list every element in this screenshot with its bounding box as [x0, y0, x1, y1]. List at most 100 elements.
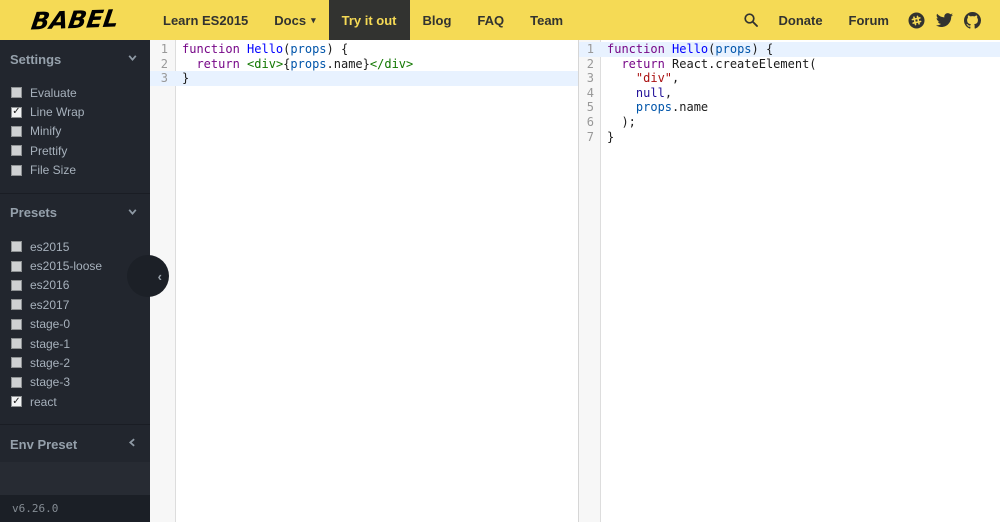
code-lines: 1 function Hello(props) {2 return React.c… [579, 40, 1000, 144]
code-line: 4 null, [579, 86, 1000, 101]
line-number: 7 [586, 129, 594, 144]
donate-link[interactable]: Donate [765, 13, 835, 28]
option-stage-3[interactable]: stage-3 [0, 373, 150, 392]
option-label: Line Wrap [30, 105, 85, 120]
nav-item-label: Team [530, 12, 564, 28]
code-text: function Hello(props) { [182, 42, 349, 56]
nav-item-label: Try it out [341, 12, 397, 28]
code-line[interactable]: 2 return <div>{props.name}</div> [150, 57, 578, 72]
code-text: return React.createElement( [621, 56, 817, 71]
option-minify[interactable]: Minify [0, 122, 150, 141]
nav-item-learn-es2015[interactable]: Learn ES2015 [150, 0, 261, 40]
checkbox[interactable] [11, 145, 22, 157]
section-header-presets[interactable]: Presets [0, 192, 150, 231]
code-text: null, [635, 85, 673, 100]
nav-item-label: Docs [274, 12, 307, 28]
checkbox[interactable]: ✓ [11, 396, 22, 408]
option-line-wrap[interactable]: ✓ Line Wrap [0, 102, 150, 121]
repl-editors: 1 function Hello(props) {2 return <div>{p… [150, 40, 1000, 522]
option-label: es2015-loose [30, 259, 103, 274]
line-number: 2 [586, 56, 594, 71]
option-label: es2017 [30, 297, 70, 312]
forum-link[interactable]: Forum [836, 13, 902, 28]
checkbox[interactable] [11, 318, 22, 330]
nav-item-faq[interactable]: FAQ [464, 0, 517, 40]
code-line: 6 ); [579, 115, 1000, 130]
option-label: Prettify [30, 143, 68, 158]
line-number: 3 [586, 71, 594, 86]
option-stage-1[interactable]: stage-1 [0, 334, 150, 353]
checkbox[interactable] [11, 87, 22, 99]
option-label: stage-1 [30, 336, 71, 351]
nav-item-label: Blog [422, 12, 452, 28]
github-icon[interactable] [958, 0, 986, 40]
section-header-settings[interactable]: Settings [0, 40, 150, 77]
option-evaluate[interactable]: Evaluate [0, 83, 150, 102]
twitter-icon[interactable] [930, 0, 958, 40]
checkbox[interactable] [11, 357, 22, 369]
babel-repl-app: BABEL Learn ES2015 Docs ▾ Try it out Blog FAQ… [0, 0, 1000, 522]
babel-logo[interactable]: BABEL [0, 3, 152, 36]
option-label: es2016 [30, 278, 70, 293]
checkbox[interactable] [11, 376, 22, 388]
option-prettify[interactable]: Prettify [0, 141, 150, 160]
checkbox[interactable] [11, 338, 22, 350]
option-file-size[interactable]: File Size [0, 161, 150, 180]
chevron-down-icon: ▾ [311, 14, 316, 25]
code-text: props.name [635, 100, 709, 115]
sidebar-collapse-handle[interactable]: ‹ [127, 255, 169, 297]
nav-item-team[interactable]: Team [517, 0, 576, 40]
option-stage-0[interactable]: stage-0 [0, 315, 150, 334]
env-preset-body [0, 462, 150, 495]
checkbox[interactable] [11, 299, 22, 311]
option-es2015[interactable]: es2015 [0, 237, 150, 256]
line-number: 2 [160, 56, 168, 71]
main-nav: Learn ES2015 Docs ▾ Try it out Blog FAQ Team [150, 0, 576, 40]
source-editor[interactable]: 1 function Hello(props) {2 return <div>{p… [150, 40, 578, 522]
line-number: 5 [586, 100, 594, 115]
code-text: } [182, 71, 190, 86]
section-title: Env Preset [10, 436, 78, 452]
code-line: 3 "div", [579, 71, 1000, 86]
section-header-env-preset[interactable]: Env Preset [0, 424, 150, 462]
code-text: function Hello(props) { [607, 42, 774, 56]
output-editor[interactable]: 1 function Hello(props) {2 return React.c… [578, 40, 1000, 522]
option-stage-2[interactable]: stage-2 [0, 353, 150, 372]
code-line: 5 props.name [579, 100, 1000, 115]
checkbox[interactable] [11, 260, 22, 272]
code-text: ); [607, 114, 636, 129]
nav-item-try-it-out[interactable]: Try it out [328, 0, 410, 40]
section-title: Presets [10, 205, 57, 221]
header: BABEL Learn ES2015 Docs ▾ Try it out Blog FAQ… [0, 0, 1000, 40]
checkbox[interactable]: ✓ [11, 106, 22, 118]
code-text: return <div>{props.name}</div> [196, 56, 414, 71]
option-react[interactable]: ✓ react [0, 392, 150, 411]
checkbox[interactable] [11, 279, 22, 291]
checkbox[interactable] [11, 241, 22, 253]
checkbox[interactable] [11, 164, 22, 176]
main-area: Settings Evaluate ✓ Line Wrap Minify Prettify… [0, 40, 1000, 522]
section-items-presets: es2015 es2015-loose es2016 es2017 stage-0 sta… [0, 231, 150, 425]
chevron-down-icon [127, 50, 138, 68]
code-line: 7} [579, 130, 1000, 145]
line-number: 3 [160, 71, 168, 86]
version-label: v6.26.0 [0, 495, 150, 522]
code-line[interactable]: 1 function Hello(props) { [150, 42, 578, 57]
nav-item-blog[interactable]: Blog [410, 0, 465, 40]
checkbox[interactable] [11, 125, 22, 137]
line-number: 4 [586, 85, 594, 100]
search-icon[interactable] [737, 0, 765, 40]
code-text: } [607, 129, 615, 144]
code-line: 1 function Hello(props) { [579, 42, 1000, 57]
nav-item-docs[interactable]: Docs ▾ [261, 0, 328, 40]
chevron-left-icon [127, 435, 138, 453]
slack-icon[interactable] [902, 0, 930, 40]
chevron-left-icon: ‹ [157, 268, 162, 284]
code-text: "div", [635, 71, 680, 86]
option-es2017[interactable]: es2017 [0, 295, 150, 314]
option-label: es2015 [30, 239, 70, 254]
option-label: stage-0 [30, 317, 71, 332]
code-lines: 1 function Hello(props) {2 return <div>{p… [150, 40, 578, 86]
code-line[interactable]: 3} [150, 71, 578, 86]
nav-item-label: Learn ES2015 [163, 12, 249, 28]
